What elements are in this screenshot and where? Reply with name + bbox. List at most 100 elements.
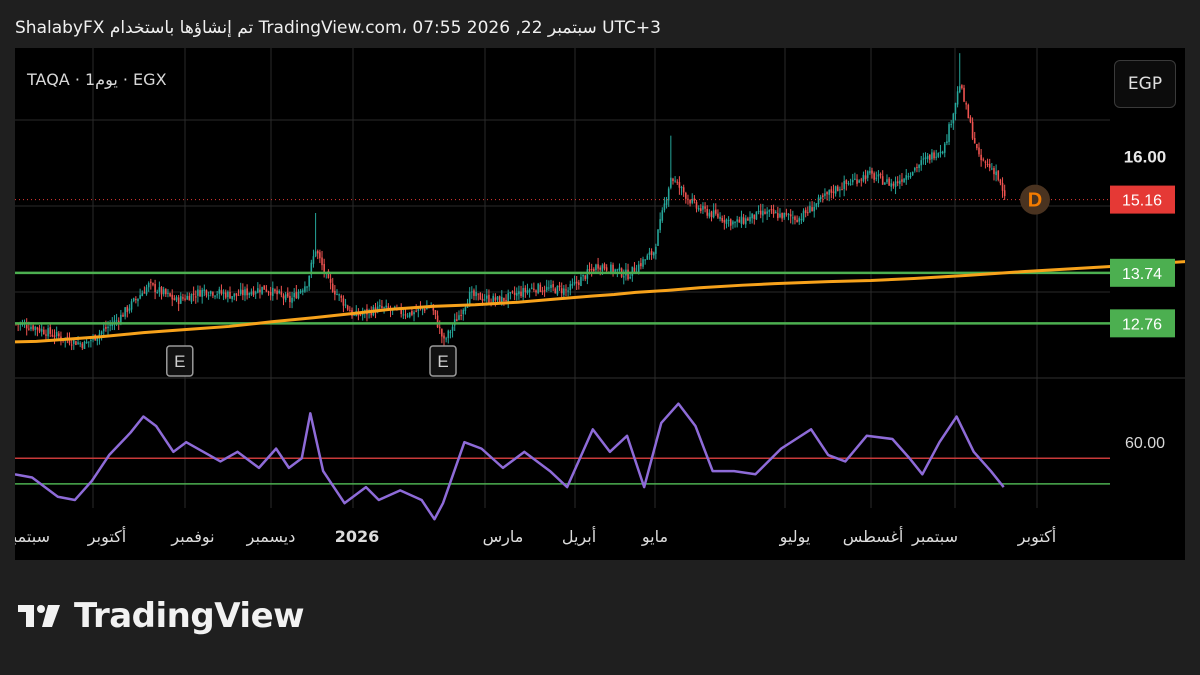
candle-body [954, 103, 957, 115]
candle-body [757, 210, 760, 212]
candle-body [762, 210, 764, 216]
candle-body [227, 291, 229, 298]
candle-body [443, 335, 445, 339]
candle-body [169, 293, 171, 297]
candle-body [622, 276, 625, 278]
candle-body [128, 308, 131, 311]
candle-body [738, 219, 741, 223]
candle-body [920, 160, 923, 166]
candle-body [340, 295, 343, 298]
candle-body [605, 267, 608, 271]
candle-body [323, 263, 325, 273]
candle-body [248, 293, 251, 295]
candle-body [582, 274, 584, 277]
candle-body [901, 179, 903, 182]
candle-body [186, 295, 188, 300]
candle-body [269, 292, 272, 296]
candle-body [293, 293, 295, 298]
candle-body [732, 221, 734, 225]
candle-body [631, 266, 634, 276]
candle-body [650, 251, 653, 255]
candle-body [725, 219, 728, 224]
candle-body [511, 291, 514, 293]
candle-body [494, 297, 497, 301]
candle-body [272, 287, 274, 296]
candle-body [70, 344, 73, 346]
time-axis-tick: يوليو [779, 527, 811, 547]
earnings-marker-label: E [174, 352, 185, 371]
candle-body [595, 264, 597, 271]
candle-body [132, 298, 135, 302]
candle-body [856, 179, 858, 184]
currency-button[interactable]: EGP [1114, 60, 1176, 108]
candle-body [192, 293, 195, 295]
candle-body [811, 207, 813, 212]
candle-body [212, 292, 214, 296]
candle-body [777, 213, 779, 219]
candle-body [483, 299, 486, 301]
candle-body [862, 174, 865, 182]
candle-body [563, 288, 565, 295]
candle-body [869, 171, 871, 173]
candle-body [488, 294, 490, 303]
candle-body [1001, 182, 1004, 191]
candle-body [184, 298, 186, 300]
candle-body [263, 285, 266, 290]
symbol-label: TAQA · 1يوم · EGX [27, 70, 167, 89]
candle-body [458, 315, 460, 320]
candle-body [548, 287, 550, 289]
candle-body [652, 252, 655, 256]
candle-body [81, 343, 84, 348]
candle-body [473, 290, 475, 296]
price-axis-tick: 16.00 [1124, 147, 1167, 166]
candle-body [881, 176, 884, 185]
candle-body [565, 289, 567, 291]
candle-body [319, 252, 321, 259]
candle-body [774, 212, 777, 214]
candle-body [58, 333, 60, 337]
chart-panel[interactable]: E E D 16.00 15.16 13.74 12.76 60.00 سبتمبر أكتوبر… [15, 48, 1185, 560]
candle-body [515, 293, 518, 296]
candle-body [77, 342, 79, 344]
candle-body [644, 259, 646, 261]
candle-body [751, 213, 753, 219]
candle-body [359, 314, 362, 316]
candle-body [257, 288, 259, 293]
candle-body [554, 288, 557, 294]
candle-body [742, 217, 745, 224]
candle-body [779, 213, 781, 218]
candle-body [105, 327, 107, 329]
time-axis-tick: أكتوبر [87, 526, 126, 547]
candle-body [663, 203, 666, 211]
candle-body [179, 296, 182, 304]
candle-body [995, 171, 997, 176]
candle-body [706, 208, 709, 216]
candle-body [143, 292, 146, 294]
candle-body [171, 294, 174, 300]
candle-body [997, 170, 1000, 180]
candle-body [539, 284, 542, 292]
candle-body [830, 189, 833, 193]
candle-body [729, 219, 732, 226]
candle-body [695, 201, 698, 209]
candle-body [657, 229, 659, 246]
candle-body [828, 190, 830, 195]
candle-body [753, 214, 756, 219]
candle-body [958, 86, 961, 93]
candle-body [916, 167, 918, 169]
candle-body [937, 153, 940, 157]
candle-body [408, 312, 411, 317]
candle-body [875, 177, 878, 179]
candle-body [53, 335, 56, 338]
candle-body [518, 291, 520, 295]
candle-body [804, 209, 807, 214]
candle-body [676, 181, 679, 183]
candle-body [402, 314, 405, 316]
candle-body [486, 295, 488, 299]
candle-body [447, 330, 450, 339]
candle-body [973, 137, 976, 144]
candle-body [943, 143, 946, 153]
candle-body [802, 210, 805, 221]
candle-body [914, 168, 916, 171]
candle-body [505, 299, 507, 301]
